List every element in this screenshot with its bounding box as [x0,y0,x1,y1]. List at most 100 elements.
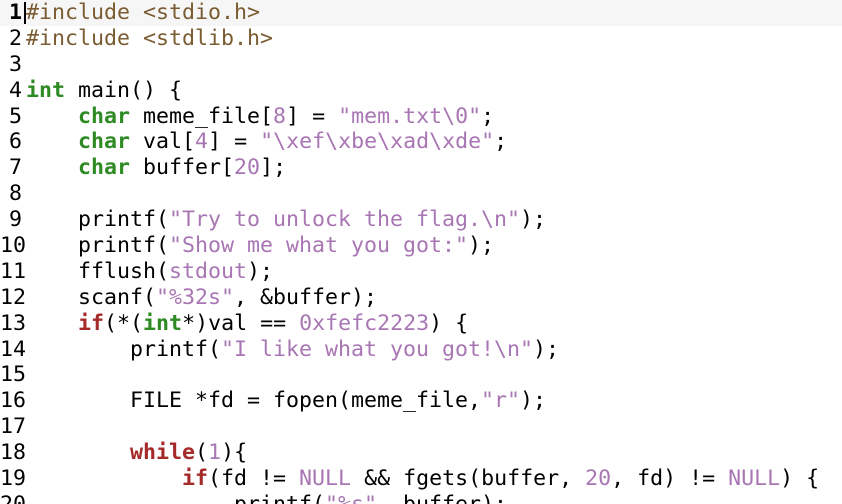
line-number: 8 [8,181,22,207]
code-line[interactable]: 3 [0,52,842,78]
line-number: 11 [0,258,27,284]
string-token: NULL [728,466,781,492]
code-token: (*( [104,310,144,336]
number-token: 8 [273,103,287,129]
code-line[interactable]: 12 scanf("%32s", &buffer); [0,285,842,311]
string-token: "Show me what you got:" [169,233,469,259]
code-token: ); [520,388,547,414]
code-token: ); [468,233,495,259]
code-text[interactable]: char meme_file[8] = "mem.txt\0"; [26,104,494,130]
code-text[interactable]: printf("Show me what you got:"); [26,233,494,259]
code-text[interactable]: int main() { [26,78,182,104]
string-token: "r" [481,388,521,414]
code-text[interactable]: while(1){ [26,440,247,466]
code-token: FILE *fd = fopen(meme_file, [26,388,482,414]
line-number: 16 [0,388,27,414]
code-line[interactable]: 17 [0,414,842,440]
code-line[interactable]: 6 char val[4] = "\xef\xbe\xad\xde"; [0,129,842,155]
string-token: "mem.txt\0" [338,103,482,129]
code-token: ) { [429,310,469,336]
code-line[interactable]: 7 char buffer[20]; [0,155,842,181]
code-token: main() { [65,77,183,103]
code-text[interactable]: #include <stdio.h> [26,0,260,26]
code-line[interactable]: 16 FILE *fd = fopen(meme_file,"r"); [0,388,842,414]
line-number: 5 [8,103,22,129]
number-token: 20 [585,466,612,492]
code-text[interactable]: scanf("%32s", &buffer); [26,285,377,311]
code-line[interactable]: 19 if(fd != NULL && fgets(buffer, 20, fd… [0,466,842,492]
type-token: int [143,310,183,336]
number-token: 20 [234,155,261,181]
type-token: int [26,77,66,103]
line-number: 17 [0,414,27,440]
code-token: ] = [286,103,339,129]
code-text[interactable]: char val[4] = "\xef\xbe\xad\xde"; [26,129,507,155]
code-token: ); [533,336,560,362]
code-line[interactable]: 14 printf("I like what you got!\n"); [0,337,842,363]
code-text[interactable]: if(*(int*)val == 0xfefc2223) { [26,311,468,337]
code-text[interactable]: printf("I like what you got!\n"); [26,337,559,363]
code-token: printf( [26,233,170,259]
line-number: 12 [0,284,27,310]
code-line[interactable]: 11 fflush(stdout); [0,259,842,285]
line-number: 20 [0,492,26,504]
code-token: val[ [130,129,196,155]
code-text[interactable]: if(fd != NULL && fgets(buffer, 20, fd) !… [26,466,819,492]
code-line[interactable]: 20 printf("%s", buffer); [0,492,842,504]
line-number: 10 [0,233,27,259]
code-token: && fgets(buffer, [351,466,586,492]
code-token: ; [494,129,508,155]
code-line[interactable]: 15 [0,362,842,388]
type-token: char [78,129,131,155]
code-token: ( [195,440,209,466]
code-line[interactable]: 18 while(1){ [0,440,842,466]
string-token: "\xef\xbe\xad\xde" [260,129,495,155]
line-number: 3 [8,51,22,77]
code-line[interactable]: 2 #include <stdlib.h> [0,26,842,52]
code-token: ){ [221,440,248,466]
code-text[interactable]: FILE *fd = fopen(meme_file,"r"); [26,388,546,414]
type-token: char [78,155,131,181]
code-text[interactable]: printf("Try to unlock the flag.\n"); [26,207,546,233]
code-token: (fd != [208,466,300,492]
code-editor[interactable]: 1 #include <stdio.h> 2 #include <stdlib.h> 3… [0,0,842,504]
preprocessor-token: #include <stdio.h> [26,0,261,25]
code-line[interactable]: 4 int main() { [0,78,842,104]
code-token: ]; [260,155,287,181]
code-token: scanf( [26,284,157,310]
code-token: , &buffer); [234,284,378,310]
line-number: 7 [8,155,22,181]
code-token: ); [520,207,547,233]
keyword-token: if [78,310,105,336]
code-line[interactable]: 13 if(*(int*)val == 0xfefc2223) { [0,311,842,337]
line-number: 9 [8,207,22,233]
code-line[interactable]: 5 char meme_file[8] = "mem.txt\0"; [0,104,842,130]
code-text[interactable]: char buffer[20]; [26,155,286,181]
code-line[interactable]: 1 #include <stdio.h> [0,0,842,26]
code-line[interactable]: 10 printf("Show me what you got:"); [0,233,842,259]
code-text[interactable]: #include <stdlib.h> [26,26,273,52]
number-token: 4 [195,129,209,155]
code-line[interactable]: 9 printf("Try to unlock the flag.\n"); [0,207,842,233]
line-number: 13 [0,310,27,336]
line-number: 15 [0,362,27,388]
code-text[interactable]: printf("%s", buffer); [26,492,507,504]
line-number: 4 [8,77,22,103]
code-token: ) { [780,466,820,492]
string-token: "Try to unlock the flag.\n" [169,207,521,233]
string-token: "%s" [325,492,377,504]
code-line[interactable]: 8 [0,181,842,207]
code-token: printf( [26,492,325,504]
line-number: 14 [0,336,27,362]
string-token: "%32s" [156,284,235,310]
line-number: 18 [0,440,27,466]
keyword-token: if [182,466,209,492]
preprocessor-token: #include <stdlib.h> [26,25,274,51]
code-text[interactable]: fflush(stdout); [26,259,273,285]
code-token: printf( [26,336,222,362]
number-token: 1 [208,440,222,466]
string-token: "I like what you got!\n" [221,336,534,362]
